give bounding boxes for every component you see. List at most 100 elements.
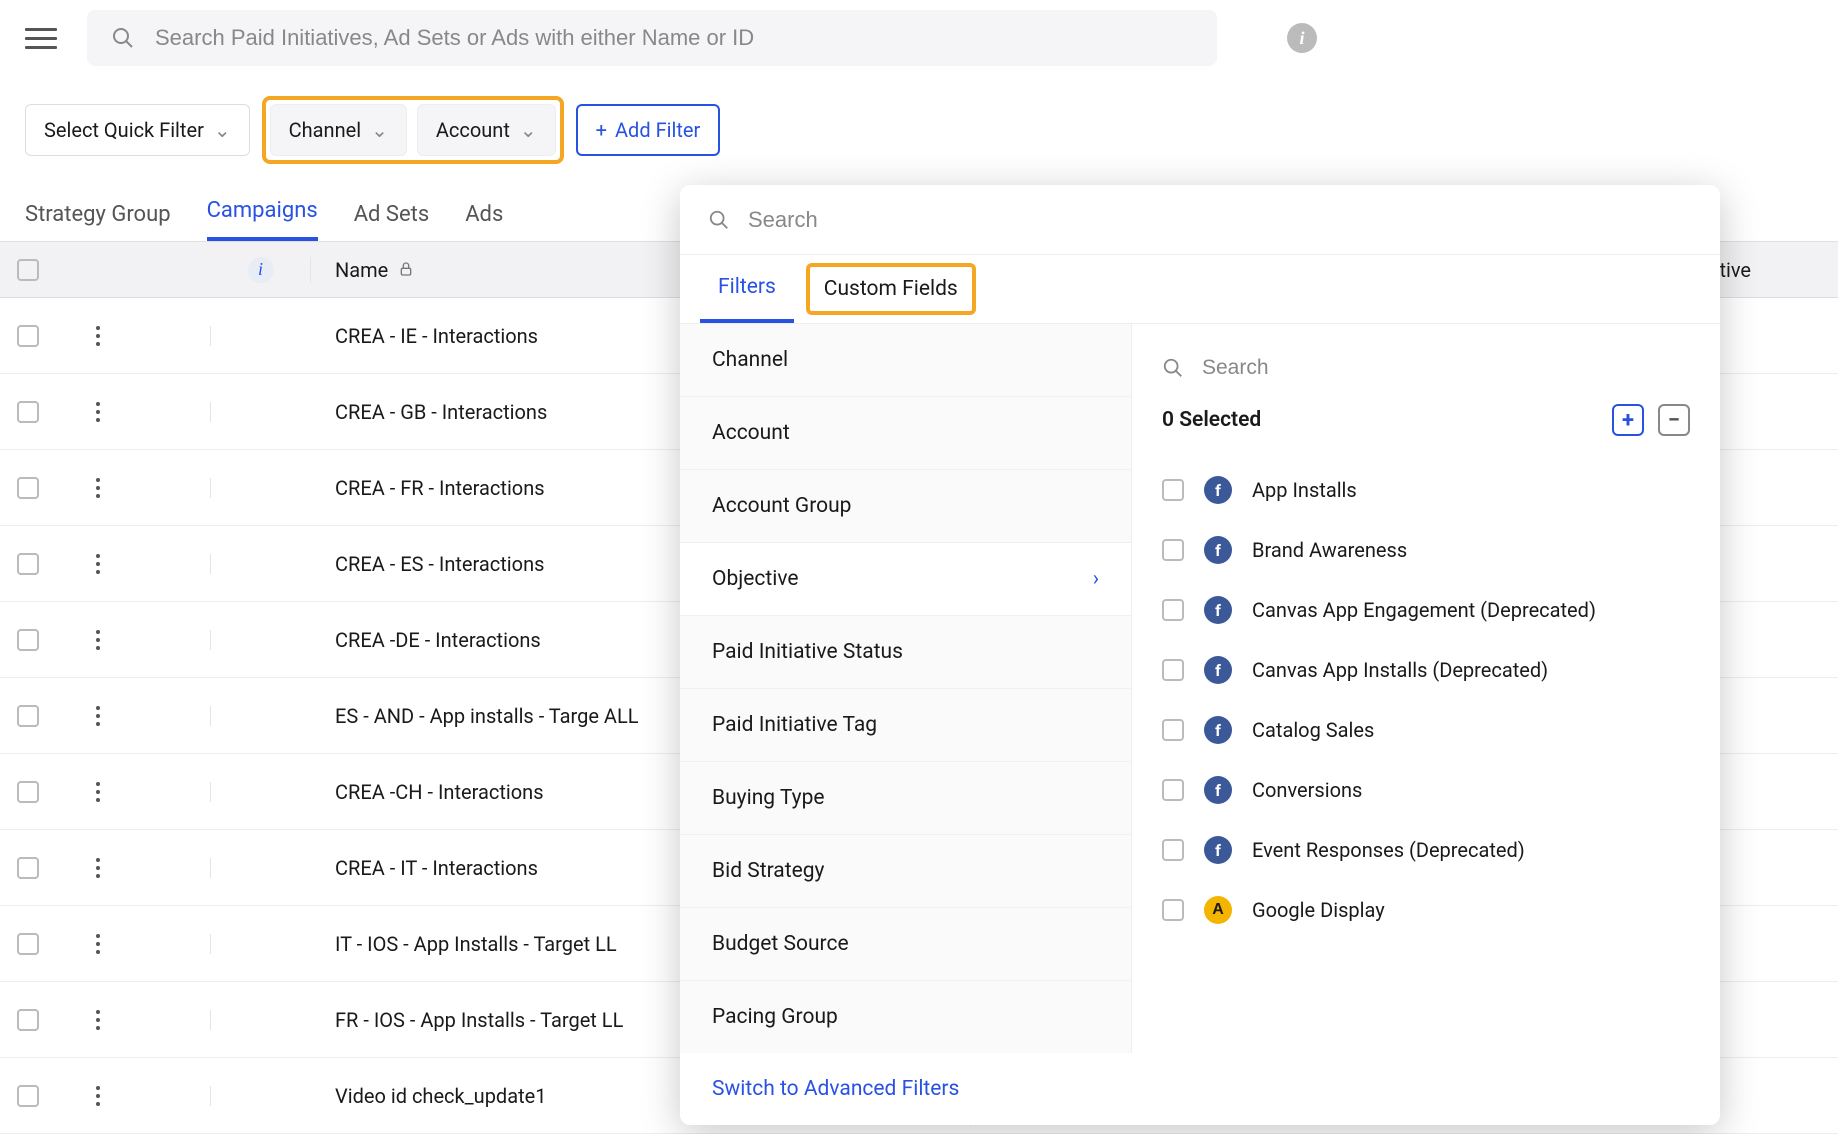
filter-option[interactable]: A Google Display	[1162, 880, 1690, 940]
row-more-menu[interactable]	[96, 934, 100, 954]
option-label: App Installs	[1252, 476, 1357, 504]
plus-icon: +	[596, 118, 607, 142]
quick-filter-select[interactable]: Select Quick Filter ⌄	[25, 104, 250, 156]
chevron-down-icon: ⌄	[371, 118, 388, 142]
chevron-right-icon: ›	[1093, 567, 1099, 591]
facebook-icon: f	[1204, 536, 1232, 564]
filter-option[interactable]: f Canvas App Installs (Deprecated)	[1162, 640, 1690, 700]
row-checkbox[interactable]	[17, 857, 39, 879]
facebook-icon: f	[1204, 476, 1232, 504]
filter-option[interactable]: f Conversions	[1162, 760, 1690, 820]
facebook-icon: f	[1204, 776, 1232, 804]
row-more-menu[interactable]	[96, 1010, 100, 1030]
filter-category-list: ChannelAccountAccount GroupObjective›Pai…	[680, 324, 1132, 1053]
filter-option[interactable]: f Catalog Sales	[1162, 700, 1690, 760]
info-column-icon[interactable]: i	[248, 257, 274, 283]
row-more-menu[interactable]	[96, 478, 100, 498]
highlighted-filter-group: Channel ⌄ Account ⌄	[262, 96, 564, 164]
global-search[interactable]	[87, 10, 1217, 66]
row-more-menu[interactable]	[96, 554, 100, 574]
filter-category-account[interactable]: Account	[680, 397, 1131, 470]
row-checkbox[interactable]	[17, 1085, 39, 1107]
row-more-menu[interactable]	[96, 858, 100, 878]
facebook-icon: f	[1204, 716, 1232, 744]
option-checkbox[interactable]	[1162, 839, 1184, 861]
option-checkbox[interactable]	[1162, 659, 1184, 681]
popover-search[interactable]	[680, 185, 1720, 255]
option-checkbox[interactable]	[1162, 719, 1184, 741]
row-more-menu[interactable]	[96, 326, 100, 346]
tab-strategy-group[interactable]: Strategy Group	[25, 188, 171, 241]
tab-custom-fields[interactable]: Custom Fields	[810, 267, 972, 311]
option-checkbox[interactable]	[1162, 599, 1184, 621]
filter-category-budget-source[interactable]: Budget Source	[680, 908, 1131, 981]
row-more-menu[interactable]	[96, 1086, 100, 1106]
quick-filter-label: Select Quick Filter	[44, 118, 204, 142]
hamburger-menu[interactable]	[25, 22, 57, 54]
selected-count-label: 0 Selected	[1162, 408, 1261, 432]
popover-search-input[interactable]	[748, 207, 1692, 233]
filter-category-buying-type[interactable]: Buying Type	[680, 762, 1131, 835]
option-label: Event Responses (Deprecated)	[1252, 836, 1525, 864]
filter-category-account-group[interactable]: Account Group	[680, 470, 1131, 543]
filter-category-paid-initiative-tag[interactable]: Paid Initiative Tag	[680, 689, 1131, 762]
row-more-menu[interactable]	[96, 782, 100, 802]
global-search-input[interactable]	[155, 25, 1193, 51]
option-label: Canvas App Installs (Deprecated)	[1252, 656, 1548, 684]
filter-category-pacing-group[interactable]: Pacing Group	[680, 981, 1131, 1053]
option-label: Catalog Sales	[1252, 716, 1374, 744]
row-checkbox[interactable]	[17, 933, 39, 955]
filter-category-bid-strategy[interactable]: Bid Strategy	[680, 835, 1131, 908]
tab-ads[interactable]: Ads	[465, 188, 503, 241]
lock-icon	[398, 258, 414, 282]
option-checkbox[interactable]	[1162, 539, 1184, 561]
row-more-menu[interactable]	[96, 402, 100, 422]
chevron-down-icon: ⌄	[520, 118, 537, 142]
row-checkbox[interactable]	[17, 705, 39, 727]
options-search[interactable]	[1162, 348, 1690, 404]
options-search-input[interactable]	[1202, 356, 1690, 380]
account-filter[interactable]: Account ⌄	[417, 104, 556, 156]
account-filter-label: Account	[436, 118, 510, 142]
google-ads-icon: A	[1204, 896, 1232, 924]
row-checkbox[interactable]	[17, 553, 39, 575]
facebook-icon: f	[1204, 596, 1232, 624]
switch-advanced-filters-link[interactable]: Switch to Advanced Filters	[712, 1077, 959, 1101]
option-checkbox[interactable]	[1162, 899, 1184, 921]
row-more-menu[interactable]	[96, 630, 100, 650]
row-checkbox[interactable]	[17, 477, 39, 499]
filter-category-objective[interactable]: Objective›	[680, 543, 1131, 616]
row-checkbox[interactable]	[17, 401, 39, 423]
channel-filter-label: Channel	[289, 118, 361, 142]
filter-category-channel[interactable]: Channel	[680, 324, 1131, 397]
channel-filter[interactable]: Channel ⌄	[270, 104, 407, 156]
add-filter-button[interactable]: + Add Filter	[576, 104, 721, 156]
search-icon	[708, 209, 730, 231]
expand-all-button[interactable]: +	[1612, 404, 1644, 436]
filter-option[interactable]: f App Installs	[1162, 460, 1690, 520]
facebook-icon: f	[1204, 656, 1232, 684]
tab-ad-sets[interactable]: Ad Sets	[354, 188, 430, 241]
option-checkbox[interactable]	[1162, 479, 1184, 501]
row-more-menu[interactable]	[96, 706, 100, 726]
filter-option[interactable]: f Canvas App Engagement (Deprecated)	[1162, 580, 1690, 640]
filter-option[interactable]: f Event Responses (Deprecated)	[1162, 820, 1690, 880]
select-all-checkbox[interactable]	[17, 259, 39, 281]
row-checkbox[interactable]	[17, 325, 39, 347]
row-checkbox[interactable]	[17, 629, 39, 651]
search-icon	[111, 26, 135, 50]
facebook-icon: f	[1204, 836, 1232, 864]
option-checkbox[interactable]	[1162, 779, 1184, 801]
collapse-all-button[interactable]: −	[1658, 404, 1690, 436]
option-label: Conversions	[1252, 776, 1362, 804]
info-icon[interactable]: i	[1287, 23, 1317, 53]
search-icon	[1162, 357, 1184, 379]
filter-category-paid-initiative-status[interactable]: Paid Initiative Status	[680, 616, 1131, 689]
option-label: Canvas App Engagement (Deprecated)	[1252, 596, 1596, 624]
row-checkbox[interactable]	[17, 781, 39, 803]
tab-campaigns[interactable]: Campaigns	[207, 184, 318, 241]
filter-options-list: f App Installs f Brand Awareness f Canva…	[1162, 460, 1690, 1053]
row-checkbox[interactable]	[17, 1009, 39, 1031]
filter-option[interactable]: f Brand Awareness	[1162, 520, 1690, 580]
tab-filters[interactable]: Filters	[700, 255, 794, 323]
